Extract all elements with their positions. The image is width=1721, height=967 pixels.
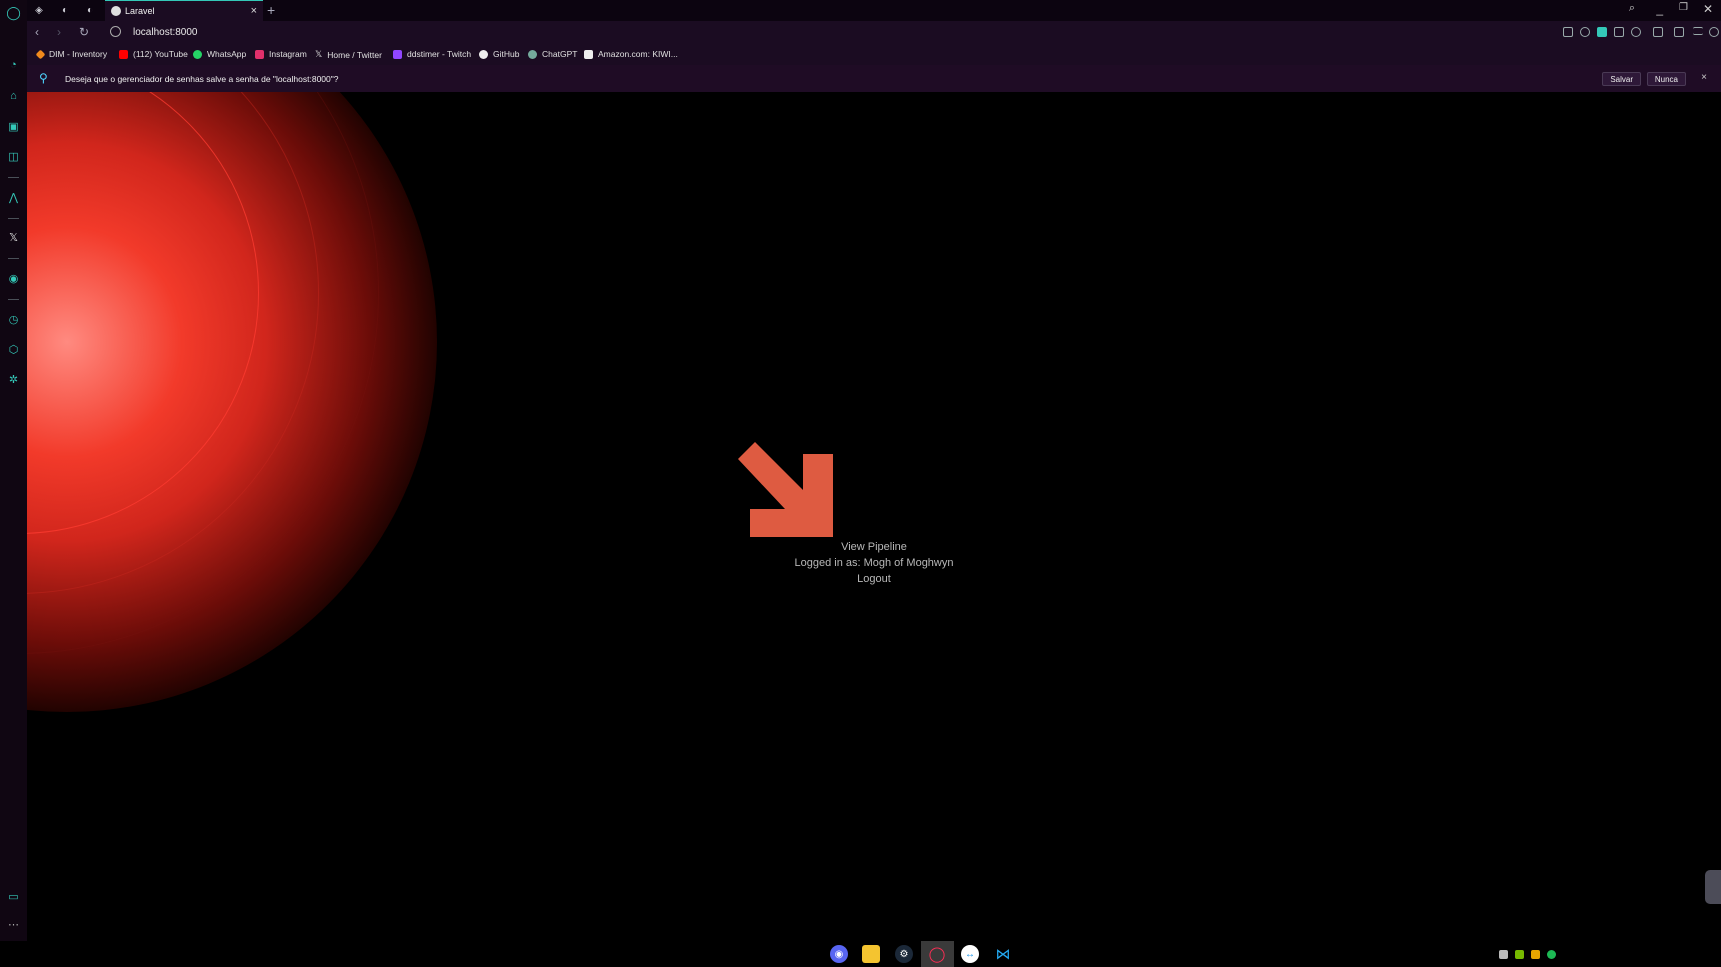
bookmark-label: DIM - Inventory <box>49 49 108 59</box>
nvidia-tray-icon[interactable] <box>1515 950 1524 959</box>
logged-in-label: Logged in as: Mogh of Moghwyn <box>794 557 954 569</box>
bookmark-chatgpt[interactable]: ChatGPT <box>528 49 577 59</box>
bookmark-label: Amazon.com: KIWI... <box>598 49 678 59</box>
bookmark-twitter[interactable]: 𝕏 Home / Twitter <box>315 49 382 60</box>
bookmark-amazon[interactable]: Amazon.com: KIWI... <box>584 49 678 59</box>
youtube-icon <box>119 49 128 59</box>
bookmark-github[interactable]: GitHub <box>479 49 519 59</box>
share-icon[interactable] <box>1563 27 1573 37</box>
tab-strip: ◈ ◐ ◐ Laravel × + ⌕ _ ❐ ✕ <box>27 0 1721 21</box>
tray-app-icon[interactable] <box>1499 950 1508 959</box>
github-icon <box>479 49 488 59</box>
whatsapp-icon <box>193 49 202 59</box>
infobar-message: Deseja que o gerenciador de senhas salve… <box>65 74 339 84</box>
bookmark-label: GitHub <box>493 49 520 59</box>
tab-close-icon[interactable]: × <box>251 5 257 17</box>
opera-logo-icon[interactable]: ◯ <box>6 5 21 20</box>
downloads-icon[interactable] <box>1674 27 1684 37</box>
password-save-infobar: ⚲ Deseja que o gerenciador de senhas sal… <box>27 65 1721 92</box>
sidebar-divider <box>8 299 19 300</box>
pinned-tab-globe-icon[interactable]: ◐ <box>82 3 98 18</box>
bookmark-dim[interactable]: DIM - Inventory <box>35 49 108 59</box>
pinned-tab-globe-icon[interactable]: ◐ <box>57 3 73 18</box>
close-window-icon[interactable]: ✕ <box>1703 2 1713 16</box>
bookmark-whatsapp[interactable]: WhatsApp <box>193 49 246 59</box>
amazon-icon <box>584 49 593 59</box>
x-icon: 𝕏 <box>315 49 323 59</box>
bookmarks-bar: DIM - Inventory (112) YouTube WhatsApp I… <box>27 45 1721 65</box>
chatgpt-icon <box>528 49 537 59</box>
new-tab-button[interactable]: + <box>267 2 275 18</box>
heart-icon[interactable] <box>1631 27 1641 37</box>
opera-gx-icon[interactable]: ◯ <box>928 945 946 963</box>
discord-icon[interactable]: ◉ <box>830 945 848 963</box>
sidebar-divider <box>8 258 19 259</box>
bookmark-label: ddstimer - Twitch <box>407 49 472 59</box>
instagram-icon <box>255 49 264 59</box>
back-icon[interactable]: ‹ <box>35 25 39 39</box>
address-bar: ‹ › ↻ localhost:8000 <box>27 21 1721 45</box>
twitch-icon <box>393 49 402 59</box>
globe-favicon-icon <box>111 6 121 16</box>
x-twitter-sidebar-icon[interactable]: 𝕏 <box>6 231 21 246</box>
tab-laravel[interactable]: Laravel × <box>105 0 263 21</box>
minimize-window-icon[interactable]: _ <box>1656 2 1663 16</box>
twitch-sidebar-icon[interactable]: ▣ <box>6 120 21 135</box>
page-content: View Pipeline Logged in as: Mogh of Mogh… <box>27 92 1721 941</box>
never-save-button[interactable]: Nunca <box>1646 72 1686 86</box>
bookmark-instagram[interactable]: Instagram <box>255 49 307 59</box>
close-infobar-icon[interactable]: × <box>1701 72 1707 83</box>
sidebar-divider <box>8 218 19 219</box>
wallpaper-icon[interactable]: ▭ <box>6 890 21 905</box>
side-panel-handle[interactable] <box>1705 870 1721 904</box>
pipeline-nav: View Pipeline Logged in as: Mogh of Mogh… <box>27 92 1721 941</box>
gx-control-icon[interactable]: ◫ <box>6 150 21 165</box>
vscode-icon[interactable]: ⋈ <box>994 945 1012 963</box>
key-search-icon: ⚲ <box>39 71 48 85</box>
settings-gear-icon[interactable]: ✲ <box>6 373 21 388</box>
history-icon[interactable]: ◷ <box>6 313 21 328</box>
flow-send-icon[interactable] <box>1614 27 1624 37</box>
spotify-tray-icon[interactable] <box>1547 950 1556 959</box>
bookmark-label: (112) YouTube <box>133 49 188 59</box>
more-options-icon[interactable]: ⋯ <box>6 918 21 933</box>
bookmark-label: ChatGPT <box>542 49 578 59</box>
search-tabs-icon[interactable]: ⌕ <box>1629 2 1635 15</box>
file-explorer-icon[interactable] <box>862 945 880 963</box>
site-info-icon[interactable] <box>110 26 121 37</box>
view-pipeline-link[interactable]: View Pipeline <box>27 541 1721 553</box>
arc-sidebar-icon[interactable]: ⋀ <box>6 191 21 206</box>
restore-window-icon[interactable]: ❐ <box>1679 2 1688 13</box>
bookmark-label: Instagram <box>269 49 307 59</box>
tab-title: Laravel <box>125 6 155 16</box>
arrow-logo-icon <box>738 442 833 537</box>
teamviewer-icon[interactable]: ↔ <box>961 945 979 963</box>
profile-icon[interactable] <box>1709 27 1719 37</box>
speed-dial-icon[interactable]: ◔ <box>6 58 21 73</box>
logout-link[interactable]: Logout <box>27 573 1721 585</box>
taskbar: ◉ ⚙ ◯ ↔ ⋈ <box>0 941 1721 967</box>
extensions-box-icon[interactable]: ⬡ <box>6 343 21 358</box>
tray-wifi-icon[interactable] <box>1531 950 1540 959</box>
forward-icon[interactable]: › <box>57 25 61 39</box>
browser-sidebar: ◯ ◔ ⌂ ▣ ◫ ⋀ 𝕏 ◉ ◷ ⬡ ✲ ▭ ⋯ <box>0 0 28 941</box>
bookmark-youtube[interactable]: (112) YouTube <box>119 49 188 59</box>
bookmark-label: Home / Twitter <box>327 49 382 60</box>
steam-icon[interactable]: ⚙ <box>895 945 913 963</box>
save-password-button[interactable]: Salvar <box>1602 72 1641 86</box>
reload-icon[interactable]: ↻ <box>79 25 89 39</box>
extensions-icon[interactable] <box>1653 27 1663 37</box>
bookmark-twitch[interactable]: ddstimer - Twitch <box>393 49 471 59</box>
dim-icon <box>35 49 46 59</box>
sidebar-divider <box>8 177 19 178</box>
player-icon[interactable]: ◉ <box>6 272 21 287</box>
camera-icon[interactable] <box>1580 27 1590 37</box>
pinned-tab-discord-icon[interactable]: ◈ <box>31 3 47 18</box>
shopping-bag-icon[interactable]: ⌂ <box>6 89 21 104</box>
vpn-shield-icon[interactable] <box>1597 27 1607 37</box>
bookmark-label: WhatsApp <box>207 49 247 59</box>
easy-setup-menu-icon[interactable] <box>1693 27 1703 35</box>
url-field[interactable]: localhost:8000 <box>133 27 198 38</box>
